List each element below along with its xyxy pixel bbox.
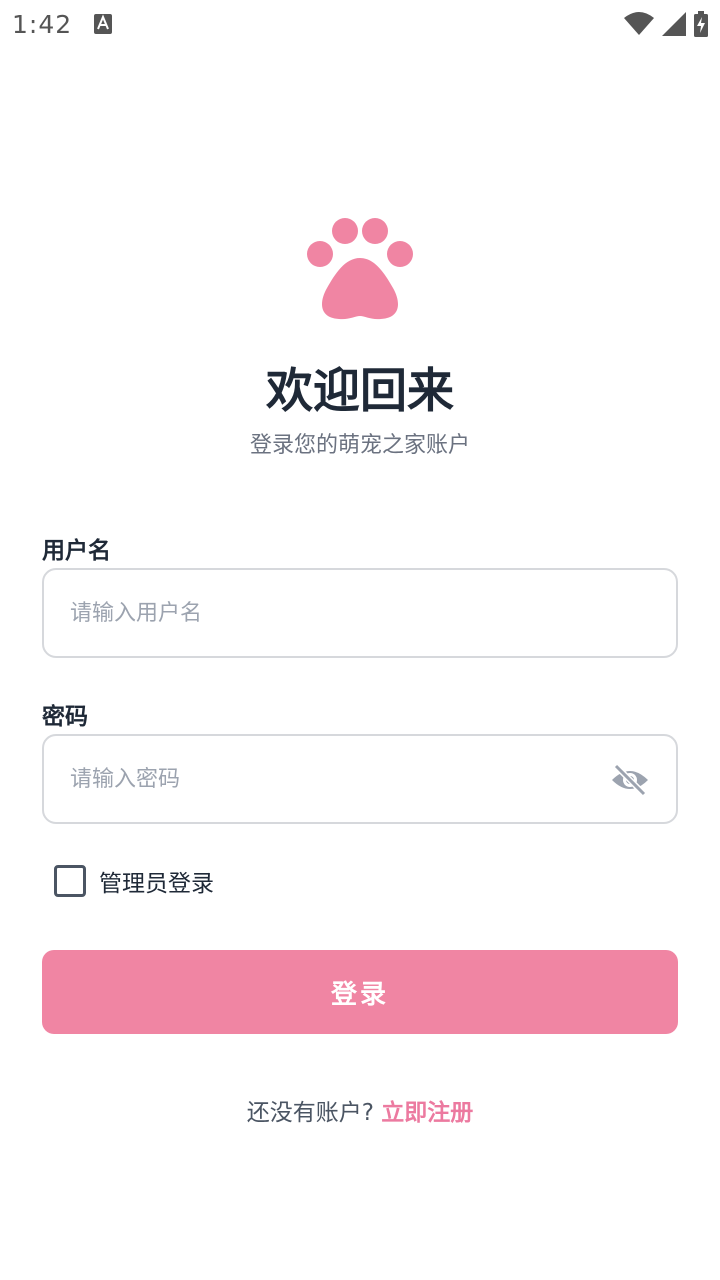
admin-login-checkbox[interactable]: [54, 865, 86, 897]
login-button[interactable]: 登录: [42, 950, 678, 1034]
admin-login-label: 管理员登录: [99, 871, 214, 897]
cell-signal-icon: [662, 12, 686, 36]
status-icons: [624, 10, 708, 38]
page-subtitle: 登录您的萌宠之家账户: [249, 433, 470, 458]
username-label: 用户名: [42, 538, 111, 564]
username-field[interactable]: [42, 568, 678, 658]
register-prompt-text: 还没有账户?: [246, 1100, 374, 1126]
eye-off-icon[interactable]: [610, 760, 650, 800]
password-input[interactable]: [70, 736, 610, 822]
register-link[interactable]: 立即注册: [381, 1100, 473, 1126]
admin-login-option[interactable]: 管理员登录: [54, 864, 214, 898]
battery-charging-icon: [694, 11, 708, 37]
password-label: 密码: [42, 704, 88, 730]
username-input[interactable]: [70, 570, 610, 656]
page-title: 欢迎回来: [266, 364, 454, 419]
keyboard-a-icon: [94, 14, 112, 34]
paw-icon: [307, 218, 413, 320]
wifi-icon: [624, 12, 654, 35]
password-field[interactable]: [42, 734, 678, 824]
register-prompt: 还没有账户? 立即注册: [0, 1093, 720, 1127]
status-time: 1:42: [12, 10, 73, 39]
status-bar: 1:42: [0, 0, 720, 50]
